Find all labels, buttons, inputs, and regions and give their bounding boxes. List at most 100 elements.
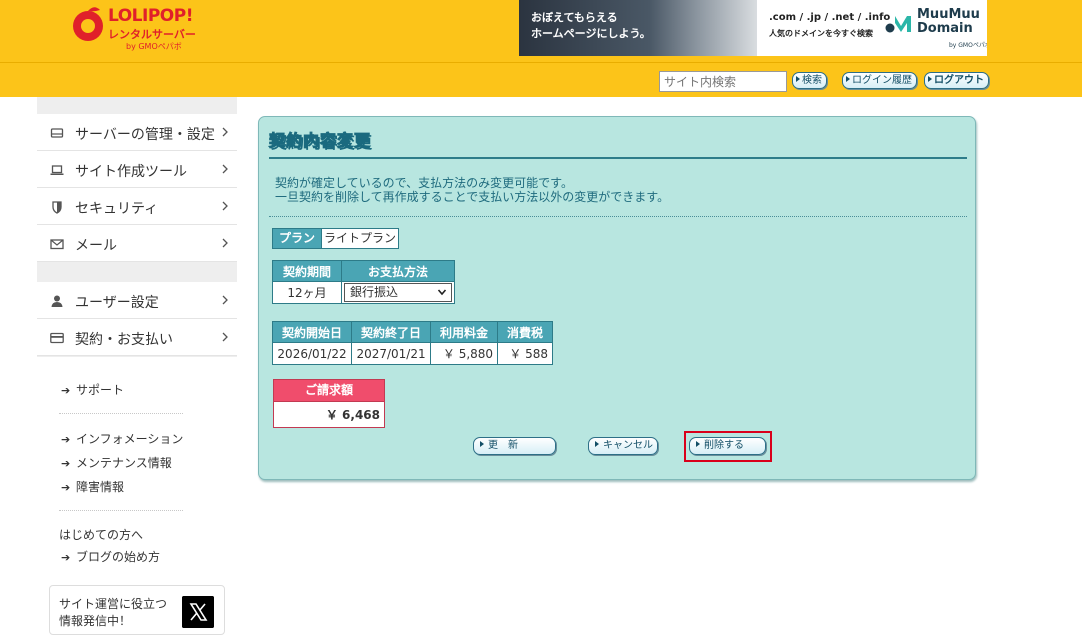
- chevron-right-icon: [222, 201, 228, 211]
- contract-dates-table: 契約開始日 契約終了日 利用料金 消費税 2026/01/22 2027/01/…: [271, 321, 554, 365]
- contract-change-panel: 契約内容変更 契約が確定しているので、支払方法のみ変更可能です。 一旦契約を削除…: [258, 116, 976, 480]
- sidebar-item-label: サーバーの管理・設定: [75, 127, 215, 143]
- sidebar: サーバーの管理・設定 サイト作成ツール セキュリティ メール ユーザー設定 契約…: [37, 97, 237, 635]
- notice-text: 契約が確定しているので、支払方法のみ変更可能です。 一旦契約を削除して再作成する…: [275, 176, 669, 204]
- banner-photo-line1: おぼえてもらえる: [531, 11, 618, 24]
- logo-main-text: LOLIPOP!: [108, 6, 193, 26]
- term-table: 契約期間 お支払方法 12ヶ月 銀行振込: [272, 260, 455, 304]
- mail-icon: [50, 239, 64, 250]
- chevron-down-icon: [437, 289, 447, 296]
- sidebar-menu-top: サーバーの管理・設定 サイト作成ツール セキュリティ メール: [37, 114, 237, 262]
- fee-value: ￥ 5,880: [430, 342, 499, 365]
- plan-value: ライトプラン: [322, 228, 400, 249]
- play-triangle-icon: [796, 76, 800, 82]
- column-header-fee: 利用料金: [430, 321, 499, 343]
- sidebar-item-mail[interactable]: メール: [37, 225, 237, 262]
- user-icon: [51, 295, 63, 307]
- logo-sub-text: レンタルサーバー: [108, 28, 196, 41]
- credit-card-icon: [50, 332, 64, 344]
- column-header-start-date: 契約開始日: [271, 321, 353, 343]
- end-date-value: 2027/01/21: [351, 342, 432, 365]
- sidebar-item-user-settings[interactable]: ユーザー設定: [37, 282, 237, 319]
- delete-button-highlight: [684, 431, 772, 462]
- sidebar-divider: [59, 413, 183, 414]
- billing-amount-value: ￥ 6,468: [274, 401, 384, 427]
- chevron-right-icon: [222, 238, 228, 248]
- sidebar-item-label: メール: [75, 238, 117, 254]
- chevron-right-icon: [222, 332, 228, 342]
- sidebar-item-server-settings[interactable]: サーバーの管理・設定: [37, 114, 237, 151]
- arrow-right-icon: ➔: [61, 457, 71, 470]
- update-button[interactable]: 更 新: [473, 437, 556, 455]
- sidebar-item-contract-payment[interactable]: 契約・お支払い: [37, 319, 237, 356]
- cancel-button[interactable]: キャンセル: [588, 437, 658, 455]
- arrow-right-icon: ➔: [61, 433, 71, 446]
- play-triangle-icon: [846, 76, 850, 82]
- chevron-right-icon: [222, 164, 228, 174]
- lolipop-badge-icon: [73, 7, 103, 41]
- arrow-right-icon: ➔: [61, 481, 71, 494]
- page-title: 契約内容変更: [268, 131, 372, 151]
- column-header-end-date: 契約終了日: [351, 321, 432, 343]
- payment-method-selected: 銀行振込: [350, 285, 399, 299]
- column-header-tax: 消費税: [497, 321, 554, 343]
- chevron-right-icon: [222, 127, 228, 137]
- lolipop-logo[interactable]: LOLIPOP! レンタルサーバー by GMOペパボ: [70, 4, 220, 54]
- billing-amount-label: ご請求額: [274, 380, 384, 401]
- start-date-value: 2026/01/22: [271, 342, 353, 365]
- support-link[interactable]: ➔ サポート: [61, 381, 124, 398]
- logo-by-text: by GMOペパボ: [126, 42, 182, 51]
- notice-line2: 一旦契約を削除して再作成することで支払い方法以外の変更ができます。: [275, 190, 670, 204]
- login-history-button[interactable]: ログイン履歴: [842, 72, 917, 89]
- banner-domains: .com / .jp / .net / .info: [769, 12, 891, 23]
- tax-value: ￥ 588: [497, 342, 554, 365]
- sidebar-item-label: サイト作成ツール: [75, 164, 187, 180]
- logout-button[interactable]: ログアウト: [924, 72, 989, 89]
- chevron-right-icon: [222, 295, 228, 305]
- sidebar-menu-bottom: ユーザー設定 契約・お支払い: [37, 282, 237, 356]
- x-follow-card[interactable]: サイト運営に役立つ 情報発信中！: [49, 585, 225, 635]
- muumuu-logo-icon: [885, 16, 911, 33]
- play-triangle-icon: [480, 441, 484, 447]
- sidebar-item-label: ユーザー設定: [75, 295, 159, 311]
- blog-start-link[interactable]: ➔ ブログの始め方: [61, 548, 160, 565]
- x-card-line1: サイト運営に役立つ: [59, 597, 168, 611]
- muumuu-domain-banner[interactable]: おぼえてもらえる ホームページにしよう。 .com / .jp / .net /…: [519, 0, 987, 56]
- site-search-input[interactable]: [659, 71, 787, 92]
- play-triangle-icon: [595, 441, 599, 447]
- arrow-right-icon: ➔: [61, 551, 71, 564]
- search-button[interactable]: 検索: [792, 72, 827, 89]
- sidebar-item-site-tools[interactable]: サイト作成ツール: [37, 151, 237, 188]
- banner-photo-line2: ホームページにしよう。: [531, 27, 651, 40]
- sidebar-item-security[interactable]: セキュリティ: [37, 188, 237, 225]
- header: LOLIPOP! レンタルサーバー by GMOペパボ おぼえてもらえる ホーム…: [0, 0, 1082, 97]
- outage-link[interactable]: ➔ 障害情報: [61, 478, 124, 495]
- dotted-divider: [269, 216, 967, 217]
- plan-row: プラン ライトプラン: [272, 228, 400, 249]
- banner-tagline: 人気のドメインを今すぐ検索: [769, 29, 873, 38]
- sidebar-item-label: 契約・お支払い: [75, 332, 173, 348]
- x-logo-icon: [182, 596, 214, 628]
- billing-amount-box: ご請求額 ￥ 6,468: [273, 379, 385, 428]
- plan-label: プラン: [272, 228, 323, 249]
- arrow-right-icon: ➔: [61, 384, 71, 397]
- contract-period-value: 12ヶ月: [272, 281, 342, 304]
- column-header-payment-method: お支払方法: [341, 260, 455, 282]
- column-header-period: 契約期間: [272, 260, 342, 282]
- notice-line1: 契約が確定しているので、支払方法のみ変更可能です。: [275, 176, 573, 190]
- sidebar-divider: [59, 510, 183, 511]
- laptop-icon: [50, 165, 64, 175]
- server-icon: [50, 128, 64, 138]
- banner-photo: おぼえてもらえる ホームページにしよう。: [519, 0, 757, 56]
- play-triangle-icon: [928, 76, 932, 82]
- payment-method-select[interactable]: 銀行振込: [344, 283, 452, 302]
- banner-brand-line1: MuuMuu: [917, 7, 980, 22]
- sidebar-item-label: セキュリティ: [75, 201, 159, 217]
- beginners-link[interactable]: はじめての方へ: [59, 526, 143, 543]
- maintenance-link[interactable]: ➔ メンテナンス情報: [61, 454, 172, 471]
- banner-brand-line2: Domain: [917, 21, 973, 36]
- banner-brand-by: by GMOペパボ: [949, 42, 987, 49]
- title-divider: [269, 157, 967, 159]
- information-link[interactable]: ➔ インフォメーション: [61, 430, 183, 447]
- x-card-line2: 情報発信中！: [59, 614, 132, 628]
